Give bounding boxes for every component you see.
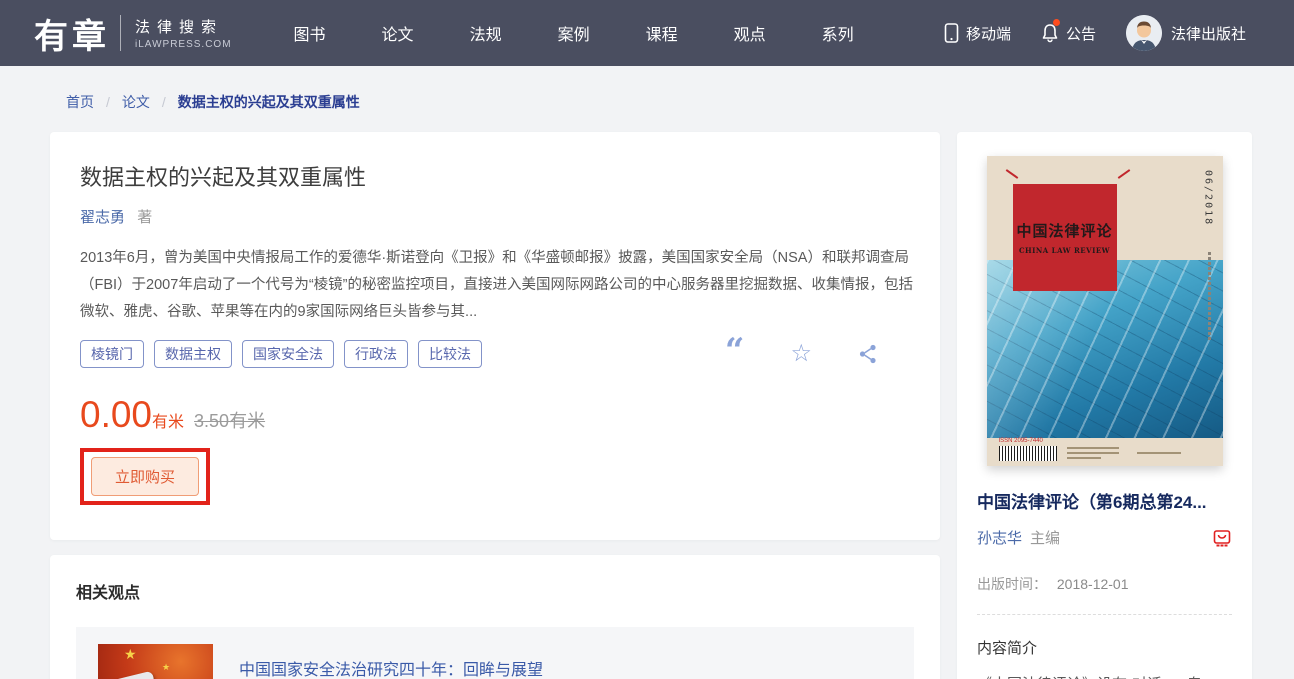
action-icons: “ ☆ [725, 343, 910, 365]
journal-title-link[interactable]: 中国法律评论（第6期总第24... [977, 488, 1232, 513]
related-thumbnail: ★ ★ ★ [98, 644, 213, 679]
price-row: 0.00 有米 3.50有米 [80, 394, 910, 436]
logo-domain: iLAWPRESS.COM [135, 39, 232, 50]
breadcrumb-current: 数据主权的兴起及其双重属性 [178, 92, 360, 112]
cover-smalltext [1137, 452, 1181, 454]
notice-link[interactable]: 公告 [1041, 23, 1096, 44]
cover-smalltext [1067, 452, 1119, 454]
cover-issn: ISSN 2095-7440 [999, 438, 1043, 444]
related-item-title[interactable]: 中国国家安全法治研究四十年：回眸与展望 [239, 656, 543, 679]
tag-row: 棱镜门 数据主权 国家安全法 行政法 比较法 “ ☆ [80, 340, 910, 368]
nav-item-opinions[interactable]: 观点 [734, 21, 766, 45]
journal-sidebar-card: 中国法律评论 CHINA LAW REVIEW 06/2018 ISSN 209… [957, 132, 1252, 679]
cover-smalltext [1067, 447, 1119, 449]
favorite-star-icon[interactable]: ☆ [790, 344, 812, 364]
nav-item-regulations[interactable]: 法规 [470, 21, 502, 45]
article-title: 数据主权的兴起及其双重属性 [80, 160, 910, 192]
publish-date: 2018-12-01 [1057, 576, 1129, 592]
journal-cover[interactable]: 中国法律评论 CHINA LAW REVIEW 06/2018 ISSN 209… [987, 156, 1223, 466]
breadcrumb-separator: / [162, 94, 166, 110]
breadcrumb: 首页 / 论文 / 数据主权的兴起及其双重属性 [66, 92, 360, 112]
breadcrumb-home[interactable]: 首页 [66, 92, 94, 112]
nav-item-papers[interactable]: 论文 [382, 21, 414, 45]
user-avatar [1126, 15, 1162, 51]
related-heading: 相关观点 [76, 579, 914, 603]
star-decoration: ★ [124, 646, 137, 663]
top-navbar: 有章 法律搜索 iLAWPRESS.COM 图书 论文 法规 案例 课程 观点 … [0, 0, 1294, 66]
cover-issue-subtext [1208, 252, 1211, 342]
cover-issue: 06/2018 [1203, 170, 1214, 226]
cover-smalltext [1067, 457, 1101, 459]
cover-red-panel: 中国法律评论 CHINA LAW REVIEW [1013, 184, 1117, 291]
cite-icon[interactable]: “ [725, 344, 745, 364]
intro-heading: 内容简介 [977, 637, 1232, 658]
logo-brand-text: 有章 [34, 9, 110, 58]
cover-tick [1005, 169, 1018, 179]
site-logo[interactable]: 有章 法律搜索 iLAWPRESS.COM [34, 9, 232, 58]
nav-item-series[interactable]: 系列 [822, 21, 854, 45]
cover-title: 中国法律评论 [1016, 220, 1112, 241]
tag-data-sovereignty[interactable]: 数据主权 [154, 340, 232, 368]
notice-label: 公告 [1066, 23, 1096, 44]
mobile-link[interactable]: 移动端 [944, 23, 1011, 44]
divider [977, 614, 1232, 615]
logo-subtitle: 法律搜索 [135, 16, 232, 37]
publish-label: 出版时间： [977, 576, 1047, 592]
cover-tick [1117, 169, 1130, 179]
article-abstract: 2013年6月，曾为美国中央情报局工作的爱德华·斯诺登向《卫报》和《华盛顿邮报》… [80, 245, 922, 326]
user-account[interactable]: 法律出版社 [1126, 15, 1246, 51]
tag-national-security-law[interactable]: 国家安全法 [242, 340, 334, 368]
author-suffix: 著 [137, 209, 152, 226]
camera-decoration [107, 671, 155, 679]
shop-bag-icon[interactable] [1212, 528, 1232, 548]
price-original: 3.50有米 [194, 407, 265, 433]
share-icon[interactable] [858, 343, 878, 365]
barcode [999, 446, 1057, 461]
bell-icon [1041, 23, 1059, 43]
related-opinions-card: 相关观点 ★ ★ ★ 中国国家安全法治研究四十年：回眸与展望 [50, 555, 940, 679]
intro-text: 《中国法律评论》设有“对话”、“专论”、“思想”、“判解”、“影 [977, 671, 1232, 679]
breadcrumb-separator: / [106, 94, 110, 110]
price-currency: 有米 [152, 408, 184, 432]
price-current: 0.00 [80, 394, 152, 436]
buy-now-button[interactable]: 立即购买 [91, 457, 199, 496]
nav-item-courses[interactable]: 课程 [646, 21, 678, 45]
author-link[interactable]: 翟志勇 [80, 209, 125, 226]
main-nav: 图书 论文 法规 案例 课程 观点 系列 [294, 21, 854, 45]
cover-subtitle: CHINA LAW REVIEW [1019, 246, 1110, 255]
highlight-box: 立即购买 [80, 448, 210, 505]
tag-prism[interactable]: 棱镜门 [80, 340, 144, 368]
nav-item-cases[interactable]: 案例 [558, 21, 590, 45]
logo-divider [120, 15, 121, 51]
list-item[interactable]: ★ ★ ★ 中国国家安全法治研究四十年：回眸与展望 [76, 627, 914, 679]
mobile-label: 移动端 [966, 23, 1011, 44]
user-label: 法律出版社 [1171, 23, 1246, 44]
breadcrumb-section[interactable]: 论文 [122, 92, 150, 112]
tag-administrative-law[interactable]: 行政法 [344, 340, 408, 368]
editor-link[interactable]: 孙志华 [977, 527, 1022, 548]
article-card: 数据主权的兴起及其双重属性 翟志勇 著 2013年6月，曾为美国中央情报局工作的… [50, 132, 940, 540]
phone-icon [944, 23, 959, 43]
notification-dot [1053, 19, 1060, 26]
tag-comparative-law[interactable]: 比较法 [418, 340, 482, 368]
nav-item-books[interactable]: 图书 [294, 21, 326, 45]
star-decoration: ★ [162, 662, 170, 673]
editor-suffix: 主编 [1030, 527, 1060, 548]
